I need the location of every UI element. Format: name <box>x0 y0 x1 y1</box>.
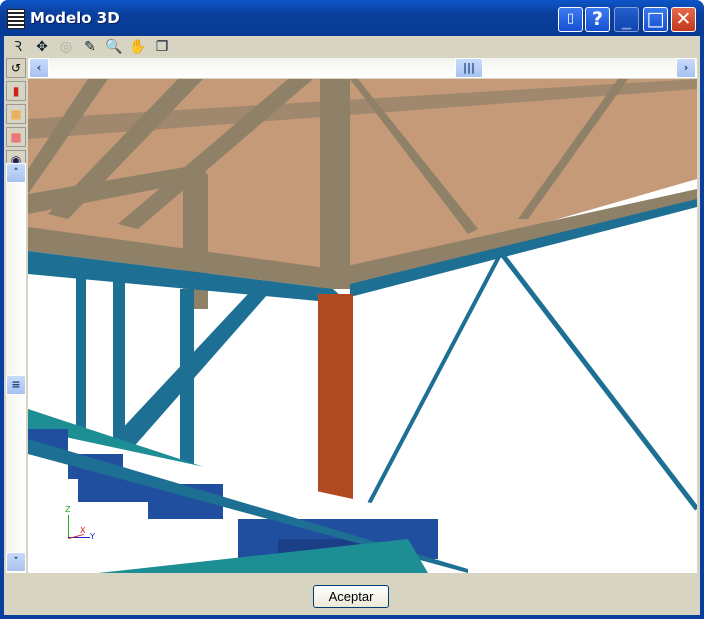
book-icon[interactable]: ▯ <box>558 7 583 32</box>
scroll-down-button[interactable]: ˅ <box>6 552 26 572</box>
scroll-right-button[interactable]: › <box>676 58 696 78</box>
axis-indicator: Z X Y <box>63 505 103 544</box>
edit-icon[interactable]: ✎ <box>80 38 100 56</box>
zoom-all-icon[interactable]: ✥ <box>32 38 52 56</box>
vertical-scrollbar[interactable]: ˄ ≡ ˅ <box>6 163 26 573</box>
vertical-scroll-thumb[interactable]: ≡ <box>6 375 26 395</box>
zoom-window-icon[interactable]: 🔍 <box>104 38 124 56</box>
horizontal-scrollbar[interactable]: ‹ ||| › <box>28 58 697 78</box>
pan-hand-icon[interactable]: ✋ <box>128 38 148 56</box>
x-axis-label: X <box>80 526 86 535</box>
copy-view-icon[interactable]: ❐ <box>152 38 172 56</box>
rotate-box-icon[interactable]: ■ <box>6 127 26 147</box>
left-toolbar: ↺ ▮ ■ ■ ◉ <box>6 58 26 173</box>
window-title: Modelo 3D <box>30 9 120 27</box>
close-button[interactable]: ✕ <box>671 7 696 32</box>
app-icon <box>7 9 25 29</box>
main-column-top <box>320 79 350 289</box>
minimize-button[interactable]: _ <box>614 7 639 32</box>
3d-viewport[interactable]: Z X Y <box>28 79 697 573</box>
maximize-button[interactable]: □ <box>643 7 668 32</box>
scroll-up-button[interactable]: ˄ <box>6 163 26 183</box>
zoom-previous-icon[interactable]: ◎ <box>56 38 76 56</box>
z-axis-label: Z <box>65 505 71 514</box>
help-button[interactable]: ? <box>585 7 610 32</box>
horizontal-scroll-thumb[interactable]: ||| <box>455 58 483 78</box>
structure-model <box>28 79 697 573</box>
y-axis-label: Y <box>90 532 95 541</box>
client-area: Ꝛ ✥ ◎ ✎ 🔍 ✋ ❐ ↺ ▮ ■ ■ ◉ ‹ ||| › ˄ ≡ ˅ Z … <box>4 36 700 615</box>
undo-rotate-icon[interactable]: ↺ <box>6 58 26 78</box>
accept-button[interactable]: Aceptar <box>313 585 389 608</box>
scroll-left-button[interactable]: ‹ <box>29 58 49 78</box>
title-bar: Modelo 3D ▯ ? _ □ ✕ <box>0 0 704 36</box>
rotate-view-icon[interactable]: Ꝛ <box>8 38 28 56</box>
solid-box-icon[interactable]: ■ <box>6 104 26 124</box>
toolbar: Ꝛ ✥ ◎ ✎ 🔍 ✋ ❐ <box>8 36 172 57</box>
window: Modelo 3D ▯ ? _ □ ✕ Ꝛ ✥ ◎ ✎ 🔍 ✋ ❐ ↺ ▮ ■ … <box>0 0 704 619</box>
footer: Aceptar <box>4 573 700 615</box>
bar-chart-icon[interactable]: ▮ <box>6 81 26 101</box>
